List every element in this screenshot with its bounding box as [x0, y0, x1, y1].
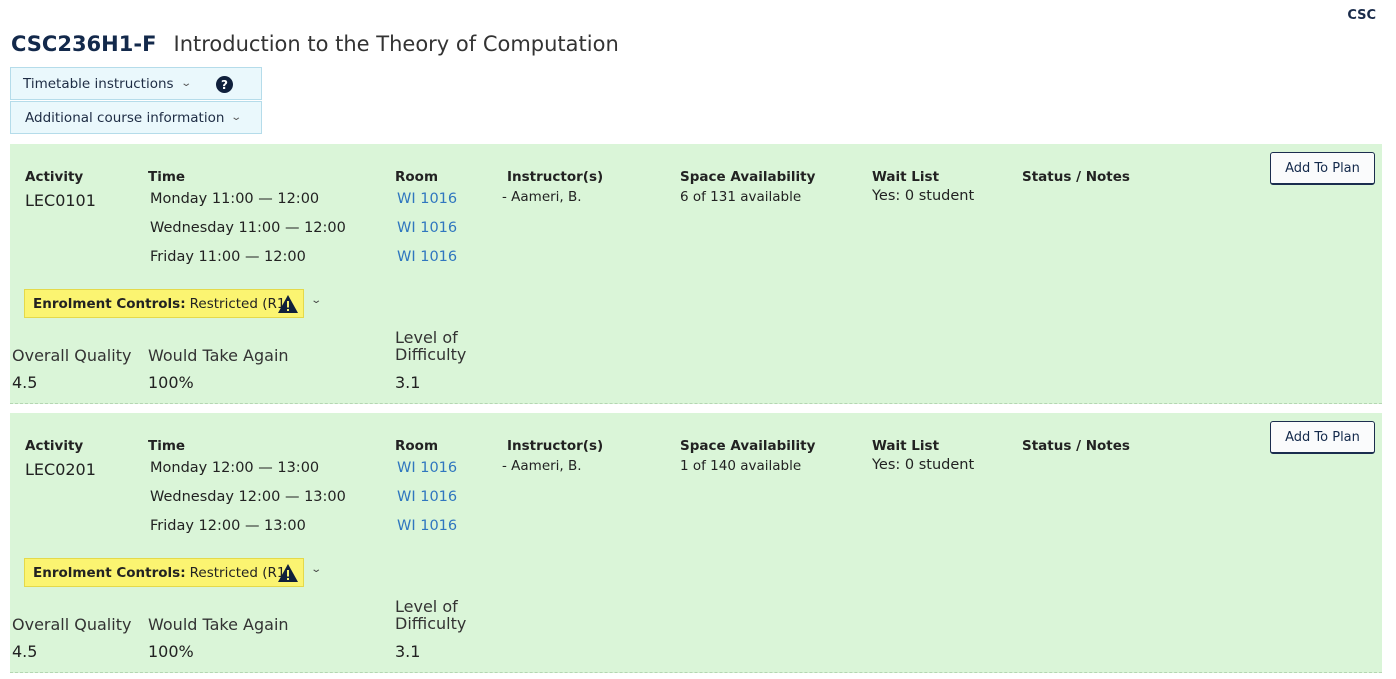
activity-code: LEC0101 — [25, 191, 96, 210]
warning-icon — [278, 564, 298, 582]
header-status: Status / Notes — [1022, 169, 1130, 185]
dept-code: CSC — [1347, 8, 1376, 23]
would-take-again-label: Would Take Again — [148, 346, 289, 365]
difficulty-value: 3.1 — [395, 642, 421, 661]
room-link[interactable]: WI 1016 — [397, 220, 457, 236]
header-status: Status / Notes — [1022, 438, 1130, 454]
space-availability: 6 of 131 available — [680, 189, 802, 205]
waitlist-status: Yes: 0 student — [872, 457, 975, 473]
enrolment-controls-badge[interactable]: Enrolment Controls: Restricted (R1) — [24, 289, 304, 318]
would-take-again-value: 100% — [148, 642, 194, 661]
room-link[interactable]: WI 1016 — [397, 518, 457, 534]
course-name: Introduction to the Theory of Computatio… — [173, 32, 619, 56]
enrolment-controls-label: Enrolment Controls: — [33, 564, 186, 581]
difficulty-label: Level of Difficulty — [395, 329, 466, 363]
timetable-instructions-toggle[interactable]: Timetable instructions ⌄ ? — [10, 67, 262, 100]
header-waitlist: Wait List — [872, 169, 940, 185]
enrolment-controls-value: Restricted (R1) — [189, 295, 291, 312]
difficulty-label-line2: Difficulty — [395, 345, 467, 364]
time-slot: Monday 11:00 — 12:00 — [150, 191, 320, 207]
time-slot: Wednesday 12:00 — 13:00 — [150, 489, 346, 505]
enrolment-controls-value: Restricted (R1) — [189, 564, 291, 581]
header-space: Space Availability — [680, 438, 816, 454]
chevron-down-icon: ⌄ — [230, 112, 243, 123]
header-instructors: Instructor(s) — [507, 169, 604, 185]
add-to-plan-button[interactable]: Add To Plan — [1270, 421, 1375, 454]
activity-code: LEC0201 — [25, 460, 96, 479]
room-link[interactable]: WI 1016 — [397, 460, 457, 476]
time-slot: Wednesday 11:00 — 12:00 — [150, 220, 346, 236]
would-take-again-label: Would Take Again — [148, 615, 289, 634]
waitlist-status: Yes: 0 student — [872, 188, 975, 204]
overall-quality-label: Overall Quality — [12, 346, 132, 365]
section-lec0101: Activity Time Room Instructor(s) Space A… — [10, 144, 1382, 404]
time-slot: Friday 12:00 — 13:00 — [150, 518, 306, 534]
overall-quality-label: Overall Quality — [12, 615, 132, 634]
add-to-plan-button[interactable]: Add To Plan — [1270, 152, 1375, 185]
room-link[interactable]: WI 1016 — [397, 489, 457, 505]
overall-quality-value: 4.5 — [12, 373, 38, 392]
space-availability: 1 of 140 available — [680, 458, 802, 474]
difficulty-value: 3.1 — [395, 373, 421, 392]
difficulty-label-line1: Level of — [395, 597, 458, 616]
course-code: CSC236H1-F — [11, 32, 157, 56]
header-activity: Activity — [25, 438, 84, 454]
instructor-name: - Aameri, B. — [502, 189, 582, 205]
additional-course-info-toggle[interactable]: Additional course information ⌄ — [10, 101, 262, 134]
room-link[interactable]: WI 1016 — [397, 249, 457, 265]
time-slot: Friday 11:00 — 12:00 — [150, 249, 306, 265]
section-lec0201: Activity Time Room Instructor(s) Space A… — [10, 413, 1382, 673]
difficulty-label: Level of Difficulty — [395, 598, 466, 632]
header-room: Room — [395, 169, 439, 185]
timetable-instructions-label: Timetable instructions — [23, 75, 174, 92]
help-icon[interactable]: ? — [216, 76, 233, 93]
enrolment-controls-label: Enrolment Controls: — [33, 295, 186, 312]
header-room: Room — [395, 438, 439, 454]
time-slot: Monday 12:00 — 13:00 — [150, 460, 320, 476]
chevron-down-icon[interactable]: ⌄ — [310, 564, 322, 575]
difficulty-label-line1: Level of — [395, 328, 458, 347]
would-take-again-value: 100% — [148, 373, 194, 392]
header-waitlist: Wait List — [872, 438, 940, 454]
chevron-down-icon: ⌄ — [179, 78, 192, 89]
header-time: Time — [148, 438, 186, 454]
warning-icon — [278, 295, 298, 313]
course-title: CSC236H1-F Introduction to the Theory of… — [11, 32, 619, 56]
header-space: Space Availability — [680, 169, 816, 185]
instructor-name: - Aameri, B. — [502, 458, 582, 474]
header-time: Time — [148, 169, 186, 185]
header-instructors: Instructor(s) — [507, 438, 604, 454]
difficulty-label-line2: Difficulty — [395, 614, 467, 633]
enrolment-controls-badge[interactable]: Enrolment Controls: Restricted (R1) — [24, 558, 304, 587]
chevron-down-icon[interactable]: ⌄ — [310, 295, 322, 306]
additional-course-info-label: Additional course information — [25, 109, 225, 126]
overall-quality-value: 4.5 — [12, 642, 38, 661]
room-link[interactable]: WI 1016 — [397, 191, 457, 207]
header-activity: Activity — [25, 169, 84, 185]
